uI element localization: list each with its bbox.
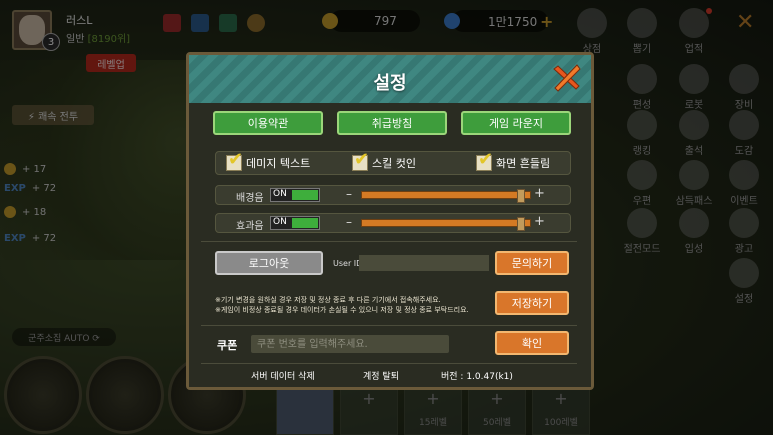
bgm-toggle[interactable]: ON bbox=[270, 188, 320, 202]
sfx-row: 효과음 ON – + bbox=[215, 213, 571, 233]
sfx-label: 효과음 bbox=[236, 221, 264, 232]
confirm-button[interactable]: 확인 bbox=[495, 331, 569, 355]
damage-text-checkbox[interactable]: ✔ 데미지 텍스트 bbox=[226, 149, 310, 171]
logout-button[interactable]: 로그아웃 bbox=[215, 251, 323, 275]
slider-thumb[interactable] bbox=[517, 189, 526, 203]
user-id-label: User ID bbox=[333, 259, 363, 268]
inquiry-button[interactable]: 문의하기 bbox=[495, 251, 569, 275]
screen-shake-checkbox[interactable]: ✔ 화면 흔들림 bbox=[476, 149, 550, 171]
modal-header: 설정 bbox=[189, 55, 591, 103]
terms-button[interactable]: 이용약관 bbox=[213, 111, 323, 135]
divider bbox=[201, 241, 577, 242]
bgm-row: 배경음 ON – + bbox=[215, 185, 571, 205]
coupon-input[interactable] bbox=[251, 335, 449, 353]
save-button[interactable]: 저장하기 bbox=[495, 291, 569, 315]
delete-server-data-link[interactable]: 서버 데이터 삭제 bbox=[251, 369, 315, 382]
sfx-toggle[interactable]: ON bbox=[270, 216, 320, 230]
save-note-1: ※기기 변경을 원하실 경우 저장 및 정상 종료 후 다른 기기에서 접속해주… bbox=[215, 296, 441, 304]
checkbox-icon: ✔ bbox=[352, 149, 370, 171]
sfx-decrease-button[interactable]: – bbox=[346, 215, 352, 229]
sfx-increase-button[interactable]: + bbox=[534, 214, 545, 229]
user-id-field[interactable] bbox=[359, 255, 489, 271]
bgm-increase-button[interactable]: + bbox=[534, 186, 545, 201]
bgm-label: 배경음 bbox=[236, 193, 264, 204]
modal-body: 이용약관 취급방침 게임 라운지 ✔ 데미지 텍스트 ✔ 스킬 컷인 ✔ 화면 흔들림… bbox=[189, 103, 591, 387]
game-lounge-button[interactable]: 게임 라운지 bbox=[461, 111, 571, 135]
modal-title: 설정 bbox=[373, 73, 407, 94]
bgm-decrease-button[interactable]: – bbox=[346, 187, 352, 201]
save-note-2: ※게임이 비정상 종료될 경우 데이터가 손실될 수 있으니 저장 및 정상 종… bbox=[215, 306, 469, 314]
checkbox-icon: ✔ bbox=[476, 149, 494, 171]
close-icon[interactable] bbox=[549, 61, 583, 95]
settings-modal: 설정 이용약관 취급방침 게임 라운지 ✔ 데미지 텍스트 ✔ 스킬 컷인 ✔ 화면 … bbox=[186, 52, 594, 390]
version-label: 버전 : 1.0.47(k1) bbox=[441, 372, 513, 382]
divider bbox=[201, 363, 577, 364]
slider-thumb[interactable] bbox=[517, 217, 526, 231]
display-options-row: ✔ 데미지 텍스트 ✔ 스킬 컷인 ✔ 화면 흔들림 bbox=[215, 149, 571, 175]
sfx-volume-slider[interactable] bbox=[361, 217, 531, 231]
divider bbox=[201, 325, 577, 326]
privacy-button[interactable]: 취급방침 bbox=[337, 111, 447, 135]
coupon-label: 쿠폰 bbox=[217, 339, 238, 352]
skill-cutin-checkbox[interactable]: ✔ 스킬 컷인 bbox=[352, 149, 416, 171]
bgm-volume-slider[interactable] bbox=[361, 189, 531, 203]
checkbox-icon: ✔ bbox=[226, 149, 244, 171]
account-withdraw-link[interactable]: 계정 탈퇴 bbox=[363, 369, 399, 382]
